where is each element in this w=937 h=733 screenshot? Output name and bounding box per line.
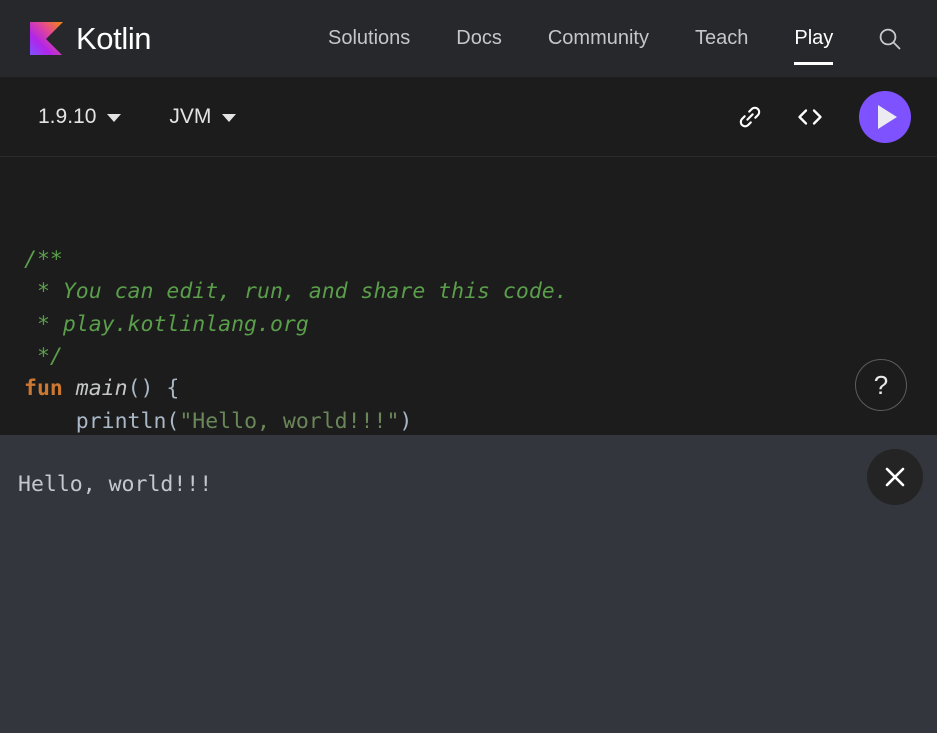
code-token: */ — [24, 344, 63, 370]
link-icon — [739, 106, 761, 127]
code-token: main — [75, 376, 128, 402]
run-button[interactable] — [859, 90, 911, 143]
brand-name: Kotlin — [76, 20, 152, 56]
close-icon — [885, 467, 905, 487]
code-token: * You can edit, run, and share this code… — [24, 279, 568, 305]
play-icon — [878, 104, 897, 129]
embed-code-button[interactable] — [793, 100, 827, 134]
code-line: * play.kotlinlang.org — [24, 309, 937, 341]
code-line: * You can edit, run, and share this code… — [24, 276, 937, 308]
code-line: fun main() { — [24, 373, 937, 405]
chevron-down-icon — [222, 114, 237, 122]
code-token: println — [24, 408, 167, 434]
code-token: * play.kotlinlang.org — [24, 311, 309, 337]
code-line: println("Hello, world!!!") — [24, 406, 937, 438]
kotlin-version-label: 1.9.10 — [38, 104, 97, 128]
code-token: () { — [127, 376, 180, 402]
playground-toolbar: 1.9.10 JVM — [0, 77, 937, 157]
code-brackets-icon — [798, 108, 822, 125]
search-button[interactable] — [875, 24, 905, 54]
code-token: "Hello, world!!!" — [179, 408, 400, 434]
code-token: ( — [166, 408, 180, 434]
code-line: */ — [24, 341, 937, 373]
nav-item-solutions[interactable]: Solutions — [328, 0, 410, 77]
close-output-button[interactable] — [867, 449, 923, 505]
chevron-down-icon — [107, 114, 122, 122]
brand-logo-link[interactable]: Kotlin — [30, 20, 152, 57]
code-token: /** — [24, 246, 63, 272]
target-platform-selector[interactable]: JVM — [169, 104, 237, 129]
toolbar-actions — [733, 90, 911, 143]
question-mark-icon: ? — [873, 369, 889, 400]
nav-item-teach[interactable]: Teach — [695, 0, 748, 77]
help-button[interactable]: ? — [855, 359, 907, 411]
nav-item-docs[interactable]: Docs — [456, 0, 502, 77]
code-editor[interactable]: /** * You can edit, run, and share this … — [0, 157, 937, 466]
code-token: ) — [399, 408, 413, 434]
code-line: /** — [24, 244, 937, 276]
copy-link-button[interactable] — [733, 100, 767, 134]
main-navigation: Solutions Docs Community Teach Play — [328, 0, 833, 77]
site-header: Kotlin Solutions Docs Community Teach Pl… — [0, 0, 937, 77]
output-panel: Hello, world!!! — [0, 435, 937, 733]
nav-item-community[interactable]: Community — [548, 0, 649, 77]
nav-item-play[interactable]: Play — [794, 0, 833, 77]
kotlin-version-selector[interactable]: 1.9.10 — [38, 104, 122, 129]
search-icon — [879, 28, 901, 49]
target-platform-label: JVM — [169, 104, 212, 128]
output-text: Hello, world!!! — [18, 472, 213, 497]
kotlin-logo-icon — [30, 22, 63, 55]
code-token: fun — [24, 376, 63, 402]
